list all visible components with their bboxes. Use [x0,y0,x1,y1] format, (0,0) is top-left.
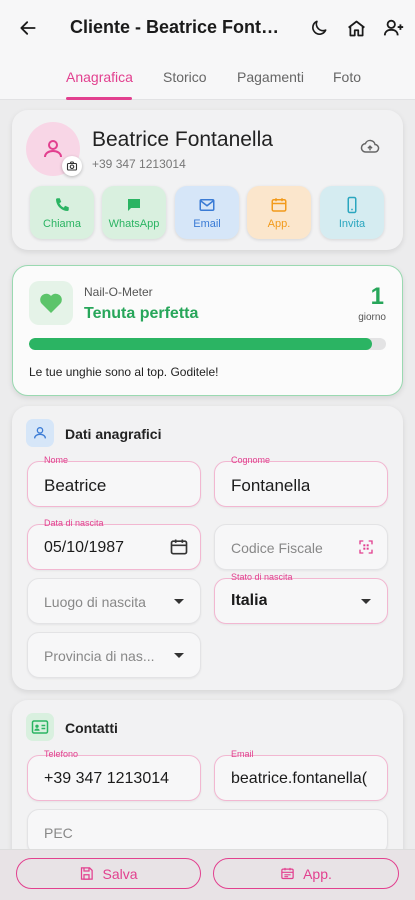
section-title: Contatti [65,720,118,736]
back-arrow-icon[interactable] [14,14,42,42]
nail-o-meter-card: Nail-O-Meter Tenuta perfetta 1 giorno Le… [12,265,403,396]
last-name-value[interactable]: Fontanella [231,476,310,496]
tab-pagamenti[interactable]: Pagamenti [237,69,304,85]
appointment-label: App. [303,865,332,882]
whatsapp-button[interactable]: WhatsApp [102,186,166,239]
birth-place-field[interactable]: Luogo di nascita [27,578,201,624]
birth-date-value[interactable]: 05/10/1987 [44,539,124,557]
first-name-value[interactable]: Beatrice [44,476,106,496]
last-name-label: Cognome [231,455,271,465]
tab-bar: Anagrafica Storico Pagamenti Foto [0,56,415,100]
appointment-label: App. [267,217,291,230]
nail-message: Le tue unghie sono al top. Goditele! [29,365,219,379]
birth-date-field[interactable]: Data di nascita 05/10/1987 [27,518,201,570]
pec-placeholder: PEC [44,825,73,841]
profile-card: Beatrice Fontanella +39 347 1213014 Chia… [12,110,403,250]
calendar-list-icon [281,867,294,880]
first-name-field[interactable]: Nome Beatrice [27,455,201,507]
cloud-upload-icon[interactable] [360,137,380,162]
nail-progress-fill [29,338,372,350]
email-field[interactable]: Email beatrice.fontanella( [214,749,388,801]
dark-mode-moon-icon[interactable] [306,15,332,41]
nail-progress-bar [29,338,386,350]
phone-value[interactable]: +39 347 1213014 [44,770,169,788]
calendar-icon[interactable] [168,536,190,558]
phone-field[interactable]: Telefono +39 347 1213014 [27,749,201,801]
personal-data-section: Dati anagrafici Nome Beatrice Cognome Fo… [12,406,403,690]
email-field-label: Email [231,749,254,759]
birth-date-label: Data di nascita [44,518,104,528]
birth-province-placeholder: Provincia di nas... [44,648,155,664]
whatsapp-label: WhatsApp [108,217,160,230]
tax-code-field[interactable]: Codice Fiscale [214,524,388,570]
appointment-button[interactable]: App. [247,186,311,239]
email-label: Email [193,217,221,230]
days-unit: giorno [358,312,386,323]
call-label: Chiama [43,217,81,230]
birth-province-field[interactable]: Provincia di nas... [27,632,201,678]
invite-button[interactable]: Invita [320,186,384,239]
call-button[interactable]: Chiama [30,186,94,239]
new-appointment-button[interactable]: App. [213,858,399,889]
last-name-field[interactable]: Cognome Fontanella [214,455,388,507]
birth-country-label: Stato di nascita [231,572,293,582]
client-phone: +39 347 1213014 [92,157,186,171]
email-value[interactable]: beatrice.fontanella( [231,770,376,788]
home-icon[interactable] [343,15,369,41]
bottom-action-bar: Salva App. [0,849,415,900]
birth-place-placeholder: Luogo di nascita [44,594,146,610]
birth-country-select[interactable]: Stato di nascita Italia [214,572,388,624]
save-icon [81,867,94,880]
page-title: Cliente - Beatrice Fontanella [70,17,288,37]
add-person-icon[interactable] [381,15,407,41]
days-count: 1 [370,283,384,310]
qr-scan-icon[interactable] [355,536,377,558]
person-icon [26,419,54,447]
contact-card-icon [26,713,54,741]
client-name: Beatrice Fontanella [92,128,273,151]
dropdown-caret-icon[interactable] [168,590,190,612]
dropdown-caret-icon[interactable] [355,590,377,612]
contacts-section: Contatti Telefono +39 347 1213014 Email … [12,700,403,870]
nail-o-meter-label: Nail-O-Meter [84,285,153,299]
section-title: Dati anagrafici [65,426,162,442]
birth-country-value[interactable]: Italia [231,592,267,610]
first-name-label: Nome [44,455,69,465]
invite-label: Invita [338,217,366,230]
save-button[interactable]: Salva [16,858,201,889]
save-label: Salva [102,865,138,882]
camera-icon[interactable] [62,156,82,176]
tab-storico[interactable]: Storico [163,69,207,85]
dropdown-caret-icon[interactable] [168,644,190,666]
email-button[interactable]: Email [175,186,239,239]
phone-label: Telefono [44,749,79,759]
green-heart-icon [29,281,73,325]
tax-code-placeholder: Codice Fiscale [231,540,323,556]
app-bar: Cliente - Beatrice Fontanella [0,0,415,56]
nail-status: Tenuta perfetta [84,305,199,322]
active-tab-indicator [66,97,132,100]
tab-foto[interactable]: Foto [333,69,361,85]
tab-anagrafica[interactable]: Anagrafica [66,69,133,85]
